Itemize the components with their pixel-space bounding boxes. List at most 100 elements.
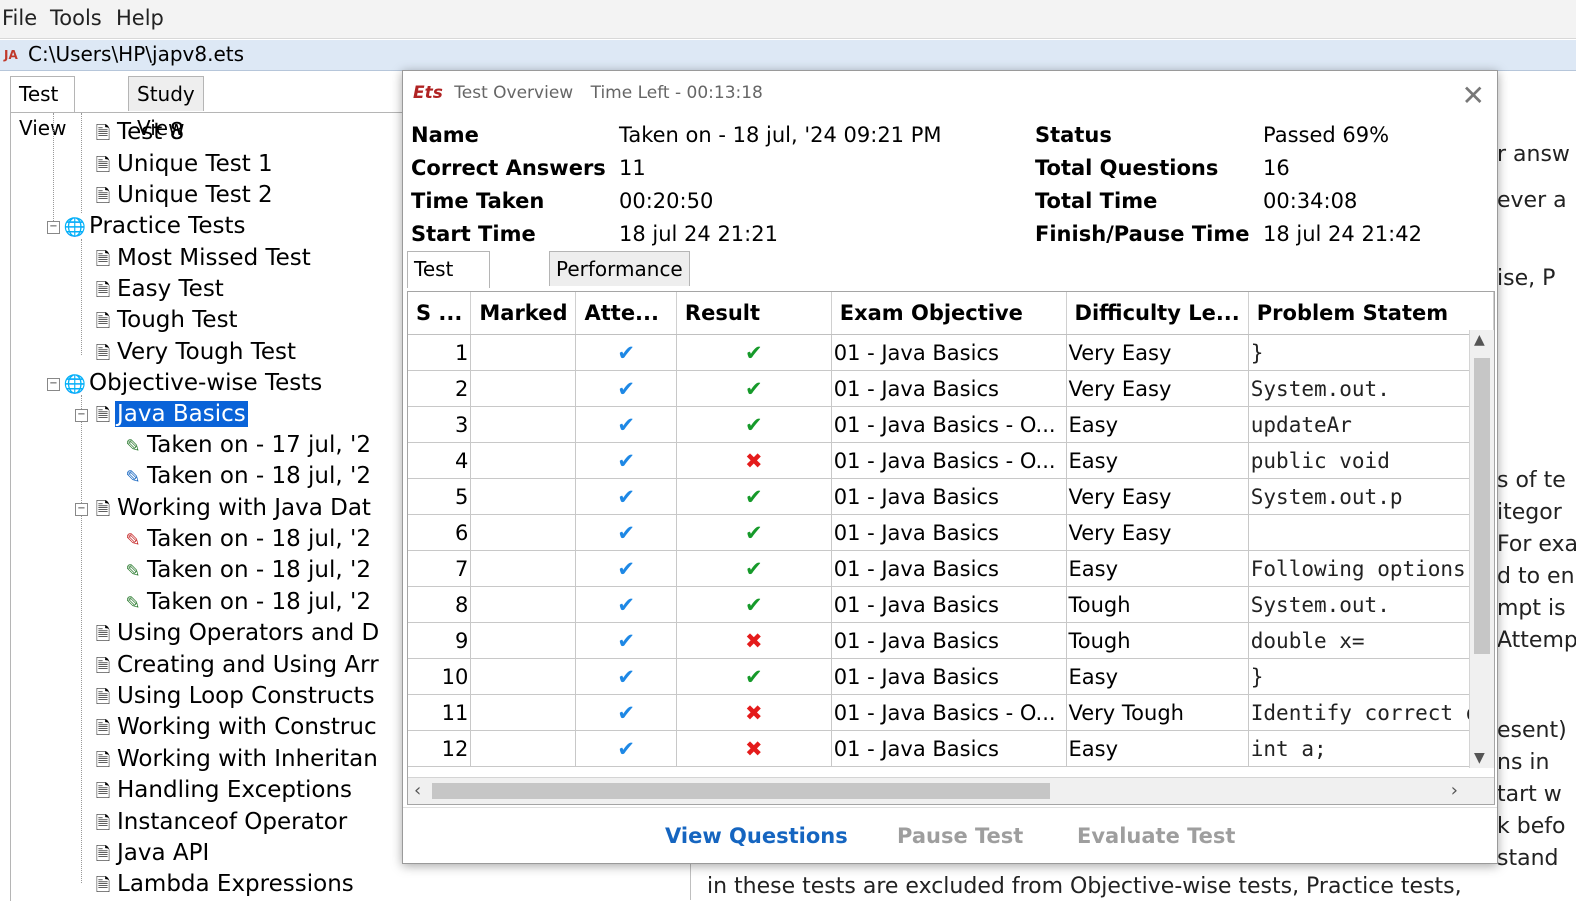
scroll-up-icon[interactable]: ▲	[1474, 332, 1485, 348]
tree-item-java-basics[interactable]: 🗎 Java Basics	[91, 399, 249, 429]
test-sheet-icon: 🗎	[95, 311, 111, 332]
cell-serial: 3	[408, 406, 472, 443]
collapse-toggle[interactable]: −	[47, 221, 60, 234]
table-row[interactable]: 4 ✔ ✖ 01 - Java Basics - O... Easy public voi…	[408, 442, 1494, 479]
tree-item-operators[interactable]: 🗎 Using Operators and D	[91, 618, 381, 648]
tree-item-arrays[interactable]: 🗎 Creating and Using Arr	[91, 650, 381, 680]
cell-problem: public void	[1248, 442, 1494, 479]
tree-item-practice-tests[interactable]: 🌐 Practice Tests	[63, 211, 247, 241]
pass-test-icon: ✎	[125, 561, 141, 582]
cell-objective: 01 - Java Basics	[831, 586, 1067, 623]
col-header-result[interactable]: Result	[676, 292, 832, 335]
tree-item-java-api[interactable]: 🗎 Java API	[91, 838, 211, 868]
cell-objective: 01 - Java Basics	[831, 334, 1067, 371]
tree-item-exceptions[interactable]: 🗎 Handling Exceptions	[91, 775, 354, 805]
col-header-marked[interactable]: Marked	[470, 292, 577, 335]
globe-folder-icon: 🌐	[63, 217, 87, 238]
table-row[interactable]: 11 ✔ ✖ 01 - Java Basics - O... Very Tough Ide…	[408, 694, 1494, 731]
close-icon[interactable]: ✕	[1462, 79, 1485, 112]
cell-result: ✔	[676, 334, 832, 371]
table-row[interactable]: 6 ✔ ✔ 01 - Java Basics Very Easy	[408, 514, 1494, 551]
cell-marked	[470, 694, 577, 731]
cell-attempted: ✔	[575, 550, 677, 587]
tree-item-lambda[interactable]: 🗎 Lambda Expressions	[91, 869, 356, 899]
pass-test-icon: ✎	[125, 436, 141, 457]
tree-item-instanceof[interactable]: 🗎 Instanceof Operator	[91, 807, 349, 837]
tree-item-constructors[interactable]: 🗎 Working with Construc	[91, 712, 379, 742]
name-label: Name	[411, 123, 479, 147]
menu-tools[interactable]: Tools	[50, 6, 102, 30]
tree-item-easy-test[interactable]: 🗎 Easy Test	[91, 274, 226, 304]
scroll-thumb[interactable]	[1474, 358, 1490, 654]
table-row[interactable]: 7 ✔ ✔ 01 - Java Basics Easy Following options	[408, 550, 1494, 587]
cell-problem: System.out.	[1248, 370, 1494, 407]
table-row[interactable]: 5 ✔ ✔ 01 - Java Basics Very Easy System.out.p	[408, 478, 1494, 515]
collapse-toggle[interactable]: −	[75, 503, 88, 516]
tree-item-attempt[interactable]: ✎ Taken on - 18 jul, '2	[121, 461, 373, 491]
collapse-toggle[interactable]: −	[75, 409, 88, 422]
scroll-right-icon[interactable]: ›	[1451, 780, 1458, 801]
scroll-thumb[interactable]	[432, 783, 1050, 799]
view-questions-button[interactable]: View Questions	[665, 824, 848, 848]
tree-item-attempt[interactable]: ✎ Taken on - 18 jul, '2	[121, 524, 373, 554]
col-header-difficulty[interactable]: Difficulty Le...	[1066, 292, 1249, 335]
tree-item-very-tough-test[interactable]: 🗎 Very Tough Test	[91, 337, 298, 367]
pass-test-icon: ✎	[125, 593, 141, 614]
test-sheet-icon: 🗎	[95, 781, 111, 802]
scroll-down-icon[interactable]: ▼	[1474, 750, 1485, 766]
tab-test-details[interactable]: Test Details	[407, 251, 491, 315]
menu-file[interactable]: File	[2, 6, 37, 30]
cell-difficulty: Easy	[1066, 658, 1249, 695]
cell-attempted: ✔	[575, 370, 677, 407]
table-row[interactable]: 10 ✔ ✔ 01 - Java Basics Easy}	[408, 658, 1494, 695]
cell-serial: 2	[408, 370, 472, 407]
test-sheet-icon: 🗎	[95, 280, 111, 301]
table-row[interactable]: 8 ✔ ✔ 01 - Java Basics Tough System.out.	[408, 586, 1494, 623]
test-sheet-icon: 🗎	[95, 155, 111, 176]
table-row[interactable]: 1 ✔ ✔ 01 - Java Basics Very Easy}	[408, 334, 1494, 371]
cell-serial: 12	[408, 730, 472, 767]
test-sheet-icon: 🗎	[95, 750, 111, 771]
menu-help[interactable]: Help	[116, 6, 164, 30]
tree-item-working-java-data[interactable]: 🗎 Working with Java Dat	[91, 493, 373, 523]
tree-item-most-missed[interactable]: 🗎 Most Missed Test	[91, 243, 313, 273]
cell-serial: 8	[408, 586, 472, 623]
cell-difficulty: Easy	[1066, 406, 1249, 443]
evaluate-test-button[interactable]: Evaluate Test	[1077, 824, 1235, 848]
tree-item-test-8[interactable]: 🗎 Test 8	[91, 117, 186, 147]
table-row[interactable]: 2 ✔ ✔ 01 - Java Basics Very Easy System.out.	[408, 370, 1494, 407]
scroll-left-icon[interactable]: ‹	[414, 780, 421, 801]
test-sheet-icon: 🗎	[95, 718, 111, 739]
tab-study-view[interactable]: Study View	[128, 76, 204, 140]
cell-attempted: ✔	[575, 406, 677, 443]
tree-item-unique-test-2[interactable]: 🗎 Unique Test 2	[91, 180, 275, 210]
cell-serial: 6	[408, 514, 472, 551]
collapse-toggle[interactable]: −	[47, 378, 60, 391]
tree-item-inheritance[interactable]: 🗎 Working with Inheritan	[91, 744, 380, 774]
test-sheet-icon: 🗎	[95, 656, 111, 677]
col-header-problem[interactable]: Problem Statem	[1248, 292, 1494, 335]
col-header-attempted[interactable]: Atte...	[575, 292, 677, 335]
tree-item-attempt[interactable]: ✎ Taken on - 18 jul, '2	[121, 555, 373, 585]
cell-objective: 01 - Java Basics	[831, 730, 1067, 767]
cell-result: ✔	[676, 406, 832, 443]
col-header-objective[interactable]: Exam Objective	[831, 292, 1067, 335]
pause-test-button[interactable]: Pause Test	[897, 824, 1023, 848]
test-sheet-icon: 🗎	[95, 405, 111, 426]
horizontal-scrollbar[interactable]: ‹ ›	[408, 777, 1494, 804]
tab-performance-report[interactable]: Performance Report	[549, 251, 690, 315]
vertical-scrollbar[interactable]: ▲ ▼	[1469, 330, 1494, 768]
tree-item-unique-test-1[interactable]: 🗎 Unique Test 1	[91, 149, 275, 179]
tab-test-view[interactable]: Test View	[10, 76, 76, 140]
cell-problem: int a;	[1248, 730, 1494, 767]
tree-item-tough-test[interactable]: 🗎 Tough Test	[91, 305, 240, 335]
tree-item-attempt[interactable]: ✎ Taken on - 17 jul, '2	[121, 430, 373, 460]
tree-item-objective-wise[interactable]: 🌐 Objective-wise Tests	[63, 368, 324, 398]
tree-item-attempt[interactable]: ✎ Taken on - 18 jul, '2	[121, 587, 373, 617]
table-row[interactable]: 12 ✔ ✖ 01 - Java Basics Easy int a;	[408, 730, 1494, 767]
table-row[interactable]: 9 ✔ ✖ 01 - Java Basics Tough double x=	[408, 622, 1494, 659]
table-row[interactable]: 3 ✔ ✔ 01 - Java Basics - O... Easy updateAr	[408, 406, 1494, 443]
tree-item-loops[interactable]: 🗎 Using Loop Constructs	[91, 681, 377, 711]
start-time-value: 18 jul 24 21:21	[619, 222, 778, 246]
col-header-sn[interactable]: S ...	[408, 292, 472, 335]
